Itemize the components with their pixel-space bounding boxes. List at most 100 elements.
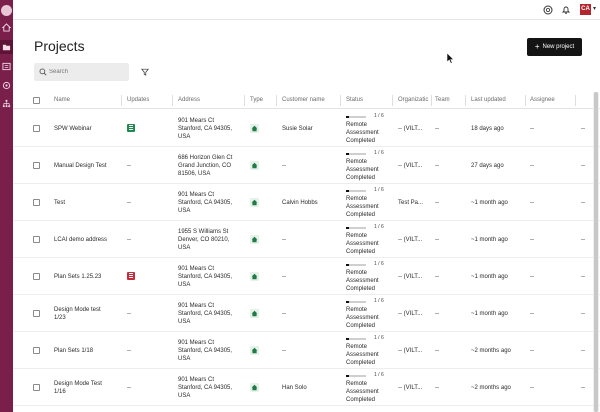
chevron-down-icon[interactable]: ▾ (593, 5, 596, 12)
status-progress-text: 1 / 6 (374, 372, 384, 378)
logo-icon[interactable] (1, 5, 12, 16)
project-name[interactable]: Design Mode Test (54, 380, 102, 388)
table-row[interactable]: Test -- 901 Mears Ct Stanford, CA 94305, USA… (13, 184, 600, 221)
updates-value: -- (127, 384, 131, 391)
address-line: 901 Mears Ct (178, 117, 215, 124)
project-name[interactable]: Plan Sets 1.25.23 (54, 273, 101, 281)
status-progress-fill (346, 264, 349, 266)
column-header-name[interactable]: Name (54, 97, 70, 103)
address-line: USA (178, 355, 191, 362)
row-checkbox[interactable] (33, 161, 40, 169)
status-line: Completed (346, 212, 376, 218)
folder-icon[interactable] (2, 43, 11, 52)
row-checkbox[interactable] (33, 198, 40, 206)
project-name[interactable]: Manual Design Test (54, 162, 107, 170)
scrollbar-thumb[interactable] (594, 92, 598, 412)
table-row[interactable]: Plan Sets 1/18 -- 901 Mears Ct Stanford, CA… (13, 332, 600, 369)
table-row[interactable]: Design Mode Test 1/16 -- 901 Mears Ct Stanfo… (13, 369, 600, 406)
row-checkbox[interactable] (33, 272, 40, 280)
address-line: 686 Horizon Glen Ct (178, 154, 233, 161)
org-chart-icon[interactable] (2, 99, 11, 108)
column-header-status[interactable]: Status (346, 97, 363, 103)
status-progress-text: 1 / 6 (374, 224, 384, 230)
extra-column-value: -- (581, 125, 585, 132)
vertical-scrollbar[interactable] (593, 92, 599, 412)
table-row[interactable]: Manual Design Test -- 686 Horizon Glen Ct G… (13, 147, 600, 184)
updates-green-icon[interactable] (127, 123, 135, 132)
project-name[interactable]: LCAI demo address (54, 236, 107, 244)
search-input[interactable] (49, 66, 125, 78)
team-value: -- (435, 347, 439, 354)
column-header-organization[interactable]: Organizatic (398, 97, 428, 103)
status-progress-text: 1 / 6 (374, 187, 384, 193)
home-type-icon (250, 123, 259, 133)
row-checkbox[interactable] (33, 346, 40, 354)
bell-icon[interactable] (561, 5, 571, 15)
column-header-type[interactable]: Type (250, 97, 263, 103)
column-header-address[interactable]: Address (178, 97, 200, 103)
status-progress-bar (346, 301, 366, 303)
extra-column-value: -- (581, 162, 585, 169)
assignee-value: -- (530, 347, 534, 354)
team-value: -- (435, 162, 439, 169)
project-name[interactable]: Design Mode test (54, 306, 101, 314)
project-name[interactable]: SPW Webinar (54, 125, 92, 133)
status-line: Remote (346, 381, 368, 387)
home-type-icon (250, 345, 259, 355)
customer-name: -- (282, 347, 286, 354)
updates-red-icon[interactable] (127, 271, 135, 280)
project-name[interactable]: 1/23 (54, 314, 66, 322)
address-line: 1955 S Williams St (178, 228, 229, 235)
select-all-checkbox[interactable] (33, 97, 40, 104)
column-header-last-updated[interactable]: Last updated (471, 97, 506, 103)
last-updated-value: 27 days ago (471, 162, 504, 169)
column-divider (525, 95, 526, 106)
row-checkbox[interactable] (33, 383, 40, 391)
home-type-icon (250, 160, 259, 170)
plus-icon: + (534, 42, 540, 51)
row-checkbox[interactable] (33, 124, 40, 132)
avatar[interactable]: CA (580, 4, 591, 15)
new-project-button[interactable]: + New project (527, 38, 582, 56)
table-row[interactable]: Plan Sets 1.25.23 901 Mears Ct Stanford, C… (13, 258, 600, 295)
project-name[interactable]: Test (54, 199, 65, 207)
extra-column-value: -- (581, 347, 585, 354)
column-header-team[interactable]: Team (435, 97, 450, 103)
column-divider (276, 95, 277, 106)
top-bar: CA ▾ (13, 0, 600, 20)
assignee-value: -- (530, 310, 534, 317)
customer-name: Susie Solar (282, 125, 313, 132)
list-icon[interactable] (2, 62, 11, 71)
row-checkbox[interactable] (33, 309, 40, 317)
home-type-icon (250, 382, 259, 392)
address-line: Stanford, CA 94305, (178, 125, 233, 132)
team-value: -- (435, 199, 439, 206)
address-line: 901 Mears Ct (178, 302, 215, 309)
column-header-customer[interactable]: Customer name (282, 97, 325, 103)
assignee-value: -- (530, 273, 534, 280)
table-row[interactable]: SPW Webinar 901 Mears Ct Stanford, CA 9430… (13, 110, 600, 147)
project-name[interactable]: 1/16 (54, 388, 66, 396)
search-icon (39, 68, 47, 76)
settings-icon[interactable] (2, 81, 11, 90)
project-name[interactable]: Plan Sets 1/18 (54, 347, 93, 355)
search-box[interactable] (34, 63, 129, 81)
status-line: Completed (346, 175, 376, 181)
status-progress-text: 1 / 6 (374, 150, 384, 156)
updates-value: -- (127, 347, 131, 354)
status-progress-bar (346, 227, 366, 229)
filter-icon[interactable] (141, 68, 149, 76)
column-divider (340, 95, 341, 106)
home-icon[interactable] (2, 23, 11, 32)
column-header-updates[interactable]: Updates (127, 97, 149, 103)
organization-value: Test Pa... (398, 199, 424, 206)
row-checkbox[interactable] (33, 235, 40, 243)
address-line: 901 Mears Ct (178, 376, 215, 383)
table-row[interactable]: Design Mode test 1/23 -- 901 Mears Ct Stanfo… (13, 295, 600, 332)
table-row[interactable]: LCAI demo address -- 1955 S Williams St Den… (13, 221, 600, 258)
address-line: USA (178, 281, 191, 288)
address-line: 81506, USA (178, 170, 211, 177)
column-header-assignee[interactable]: Assignee (530, 97, 555, 103)
assignee-value: -- (530, 199, 534, 206)
help-icon[interactable] (543, 5, 553, 15)
